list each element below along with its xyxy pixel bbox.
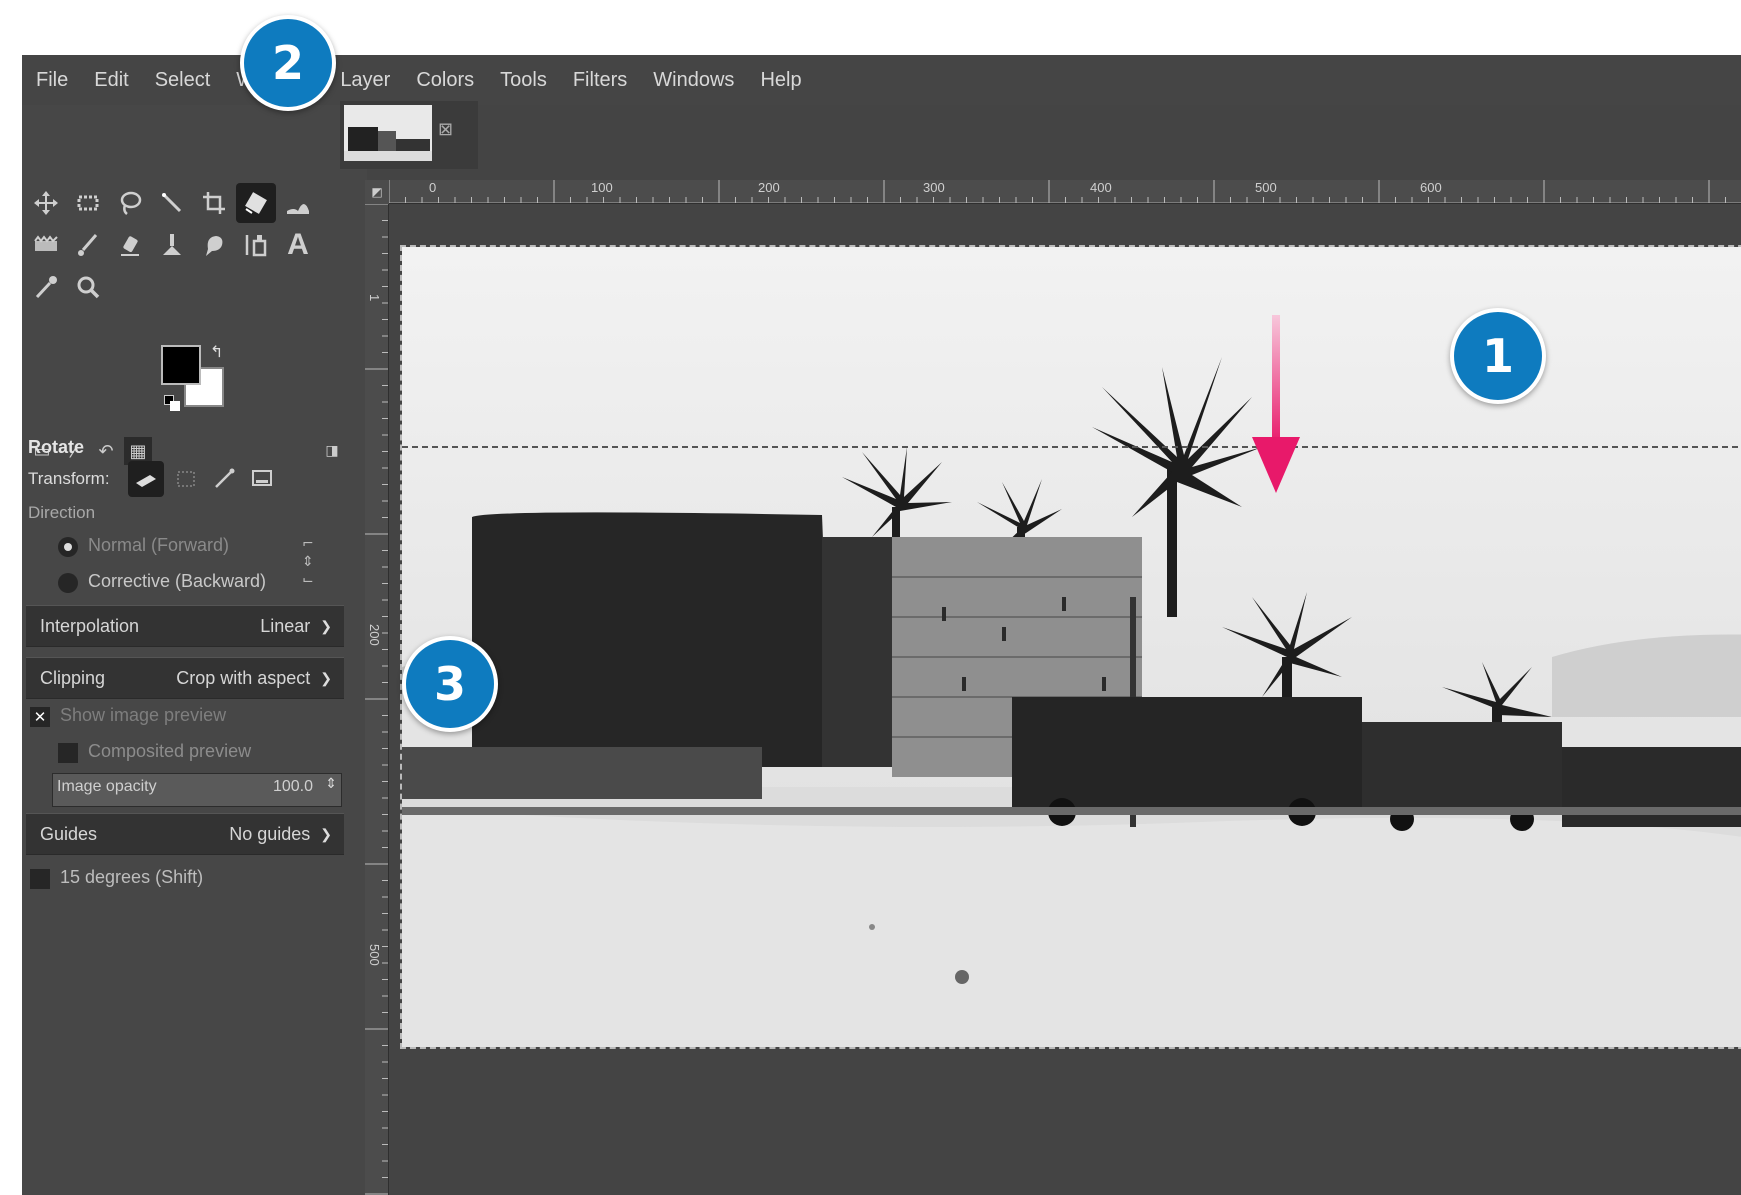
callout-number: 2	[271, 36, 304, 90]
gimp-window: File Edit Select W e Layer Colors Tools …	[22, 55, 1741, 1195]
text-icon[interactable]: A	[278, 225, 318, 265]
ruler-label: 400	[1090, 180, 1112, 195]
direction-corrective-label: Corrective (Backward)	[88, 571, 267, 591]
eraser-icon[interactable]	[110, 225, 150, 265]
reset-colors-icon[interactable]	[164, 395, 182, 413]
menu-windows[interactable]: Windows	[653, 69, 734, 92]
crop-icon[interactable]	[194, 183, 234, 223]
guides-label: Guides	[40, 823, 98, 844]
interpolation-combo[interactable]: Interpolation Linear ❯	[26, 605, 344, 647]
image-opacity-slider[interactable]: Image opacity 100.0 ⇕	[52, 773, 342, 807]
chevron-down-icon: ❯	[320, 825, 332, 842]
show-preview-label: Show image preview	[60, 705, 227, 725]
paintbrush-icon[interactable]	[68, 225, 108, 265]
fuzzy-select-icon[interactable]	[152, 183, 192, 223]
ruler-label: 300	[923, 180, 945, 195]
unified-transform-icon[interactable]	[236, 183, 276, 223]
foreground-color-swatch[interactable]	[161, 345, 201, 385]
direction-normal-label: Normal (Forward)	[88, 535, 230, 555]
vertical-ruler: 1 200 500	[365, 204, 389, 1195]
ruler-label: 100	[591, 180, 613, 195]
rect-select-icon[interactable]	[68, 183, 108, 223]
direction-normal-radio[interactable]	[58, 537, 78, 557]
swap-colors-icon[interactable]: ↰	[210, 342, 223, 361]
ruler-label: 600	[1420, 180, 1442, 195]
direction-corrective-radio[interactable]	[58, 573, 78, 593]
transform-image-icon[interactable]	[244, 461, 280, 497]
tool-options-title: Rotate	[28, 437, 85, 457]
callout-2: 2	[240, 15, 336, 111]
image-thumbnail	[344, 105, 432, 161]
guides-combo[interactable]: Guides No guides ❯	[26, 813, 344, 855]
chevron-down-icon: ❯	[320, 617, 332, 634]
transform-layer-icon[interactable]	[128, 461, 164, 497]
dock-menu-icon[interactable]: ◨	[318, 437, 346, 465]
gradient-icon[interactable]	[26, 225, 66, 265]
menu-filters[interactable]: Filters	[573, 69, 627, 92]
image-tab[interactable]: ⊠	[340, 101, 478, 169]
undo-history-tab-icon[interactable]: ↶	[92, 437, 120, 465]
color-picker-icon[interactable]	[26, 267, 66, 307]
menu-colors[interactable]: Colors	[416, 69, 474, 92]
image-opacity-label: Image opacity	[57, 778, 157, 795]
transform-selection-icon[interactable]	[168, 461, 204, 497]
move-tool-icon[interactable]	[26, 183, 66, 223]
down-arrow-icon	[1252, 315, 1300, 493]
free-select-icon[interactable]	[110, 183, 150, 223]
menu-layer[interactable]: Layer	[340, 69, 390, 92]
warp-icon[interactable]	[278, 183, 318, 223]
paint-select-icon[interactable]	[236, 225, 276, 265]
menu-file[interactable]: File	[36, 69, 68, 92]
close-tab-icon[interactable]: ⊠	[438, 119, 464, 145]
direction-label: Direction	[28, 503, 96, 522]
menu-help[interactable]: Help	[760, 69, 801, 92]
composited-preview-checkbox[interactable]	[58, 743, 78, 763]
smudge-icon[interactable]	[194, 225, 234, 265]
snap-15-degrees-label: 15 degrees (Shift)	[60, 867, 204, 887]
guides-value: No guides	[229, 823, 311, 844]
ruler-label: 500	[367, 944, 382, 966]
show-preview-checkbox[interactable]: ✕	[30, 707, 50, 727]
clone-icon[interactable]	[152, 225, 192, 265]
ruler-corner-icon[interactable]: ◩	[365, 180, 389, 204]
toolbox-dock: A ↰ ▭ ⁄ ↶ ▦ ◨ Rotate Transform: Directio…	[22, 105, 367, 1195]
ruler-label: 0	[429, 180, 437, 195]
horizontal-ruler: 0 100 200 300 400 500 600	[389, 180, 1741, 204]
ruler-label: 1	[367, 294, 382, 302]
callout-3: 3	[402, 636, 498, 732]
snap-15-degrees-checkbox[interactable]	[30, 869, 50, 889]
callout-number: 3	[433, 657, 466, 711]
chevron-down-icon: ❯	[320, 669, 332, 686]
callout-1: 1	[1450, 308, 1546, 404]
ruler-label: 200	[758, 180, 780, 195]
ruler-label: 200	[367, 624, 382, 646]
menu-select[interactable]: Select	[155, 69, 211, 92]
menu-tools[interactable]: Tools	[500, 69, 547, 92]
clipping-label: Clipping	[40, 667, 106, 688]
spin-arrows-icon[interactable]: ⇕	[325, 776, 337, 792]
interpolation-label: Interpolation	[40, 615, 140, 636]
image-opacity-value: 100.0	[272, 778, 313, 795]
ruler-label: 500	[1255, 180, 1277, 195]
composited-preview-label: Composited preview	[88, 741, 252, 761]
clipping-combo[interactable]: Clipping Crop with aspect ❯	[26, 657, 344, 699]
chain-link-icon[interactable]: ⌐ ⇕ ⌙	[302, 535, 314, 589]
transform-path-icon[interactable]	[206, 461, 242, 497]
transform-label: Transform:	[28, 469, 110, 488]
interpolation-value: Linear	[260, 615, 311, 636]
clipping-value: Crop with aspect	[176, 667, 311, 688]
callout-number: 1	[1481, 329, 1514, 383]
menu-edit[interactable]: Edit	[94, 69, 128, 92]
zoom-icon[interactable]	[68, 267, 108, 307]
